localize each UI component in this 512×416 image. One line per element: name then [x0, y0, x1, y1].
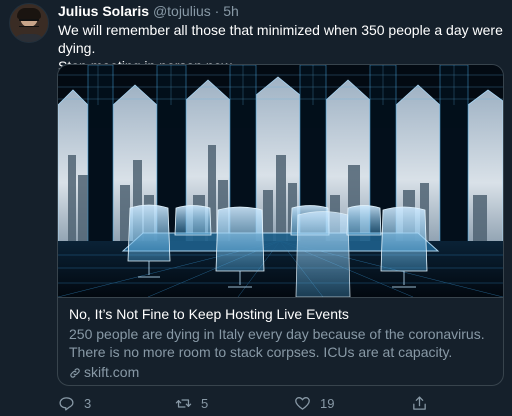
reply-button[interactable]: 3: [58, 393, 91, 413]
link-card[interactable]: No, It’s Not Fine to Keep Hosting Live E…: [57, 64, 504, 386]
header-separator: ·: [214, 3, 220, 19]
like-button[interactable]: 19: [294, 393, 334, 413]
avatar-glasses: [19, 19, 39, 27]
reply-count: 3: [84, 395, 92, 411]
tweet[interactable]: Julius Solaris @tojulius · 5h We will re…: [0, 0, 512, 416]
tweet-text-line-1: We will remember all those that minimize…: [58, 22, 503, 56]
tweet-timestamp[interactable]: 5h: [223, 3, 239, 19]
retweet-count: 5: [201, 395, 209, 411]
author-name[interactable]: Julius Solaris: [58, 3, 149, 19]
avatar-shirt: [12, 34, 46, 42]
like-count: 19: [320, 395, 335, 411]
card-domain[interactable]: skift.com: [69, 363, 492, 382]
heart-icon: [295, 396, 310, 410]
retweet-button[interactable]: 5: [175, 393, 208, 413]
tweet-header: Julius Solaris @tojulius · 5h: [58, 2, 239, 20]
card-title[interactable]: No, It’s Not Fine to Keep Hosting Live E…: [69, 305, 492, 324]
avatar-hair: [17, 8, 41, 19]
retweet-icon: [175, 398, 192, 408]
share-icon: [413, 395, 426, 410]
card-image: [58, 65, 503, 297]
card-description: 250 people are dying in Italy every day …: [69, 326, 485, 360]
tweet-actions: 3 5 19: [58, 393, 498, 413]
card-info[interactable]: No, It’s Not Fine to Keep Hosting Live E…: [58, 297, 503, 385]
share-button[interactable]: [411, 393, 437, 413]
reply-icon: [59, 396, 74, 411]
card-domain-text: skift.com: [84, 364, 140, 380]
avatar[interactable]: [9, 3, 49, 43]
author-handle[interactable]: @tojulius: [153, 3, 211, 19]
link-icon: [70, 367, 80, 378]
